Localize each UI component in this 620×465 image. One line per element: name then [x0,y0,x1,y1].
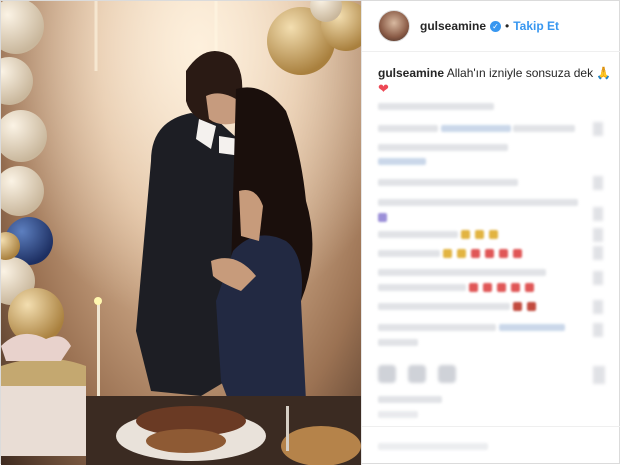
blurred-emoji [513,249,522,258]
blurred-like-icon [593,300,603,314]
blurred-comment-line [378,125,438,132]
comment-icon[interactable] [408,365,426,383]
blurred-emoji [471,249,480,258]
blurred-comment-line [378,179,518,186]
blurred-comment-line [513,125,575,132]
blurred-emoji [469,283,478,292]
blurred-emoji [443,249,452,258]
avatar[interactable] [378,10,410,42]
praying-hands-icon: 🙏 [596,66,612,80]
blurred-like-icon [593,122,603,136]
blurred-like-icon [593,323,603,337]
blurred-like-icon [593,207,603,221]
blurred-mention [499,324,565,331]
blurred-emoji [378,213,387,222]
blurred-like-icon [593,271,603,285]
post-caption: gulseamine Allah'ın izniyle sonsuza dek … [378,65,613,97]
blurred-mention [378,158,426,165]
blurred-comment-line [378,269,546,276]
blurred-emoji [475,230,484,239]
blurred-like-icon [593,246,603,260]
blurred-emoji [461,230,470,239]
blurred-emoji [497,283,506,292]
blurred-timestamp [378,411,418,418]
blurred-comment-line [378,231,458,238]
heart-icon: ❤ [378,81,389,96]
blurred-emoji [483,283,492,292]
blurred-comment-line [378,303,510,310]
blurred-comment-line [378,144,508,151]
blurred-comment-line [378,199,578,206]
separator-dot: • [505,19,510,33]
photo-divider [361,1,362,465]
caption-text: Allah'ın izniyle sonsuza dek [446,66,594,80]
follow-button[interactable]: Takip Et [513,19,559,33]
blurred-likes-count [378,396,442,403]
share-icon[interactable] [438,365,456,383]
blurred-comment-line [378,324,496,331]
bookmark-icon[interactable] [593,366,605,384]
blurred-emoji [527,302,536,311]
blurred-emoji [511,283,520,292]
action-bar [378,365,456,383]
blurred-mention [441,125,511,132]
blurred-emoji [513,302,522,311]
blurred-emoji [499,249,508,258]
like-icon[interactable] [378,365,396,383]
blurred-comment-line [378,250,440,257]
username-link[interactable]: gulseamine [420,19,486,33]
verified-badge-icon: ✓ [490,20,502,32]
blurred-like-icon [593,176,603,190]
blurred-emoji [525,283,534,292]
post-header: gulseamine ✓ • Takip Et [362,1,620,52]
blurred-like-icon [593,228,603,242]
blurred-emoji [485,249,494,258]
blurred-comment-line [378,284,466,291]
instagram-post: gulseamine ✓ • Takip Et gulseamine Allah… [0,0,620,465]
blurred-emoji [489,230,498,239]
post-photo[interactable] [1,1,361,465]
blurred-emoji [457,249,466,258]
caption-username[interactable]: gulseamine [378,66,444,80]
blurred-add-comment[interactable] [378,443,488,450]
blurred-comment-line [378,339,418,346]
comment-divider [362,426,620,427]
couple-kissing-photo [1,1,361,465]
blurred-comment-line [378,103,494,110]
